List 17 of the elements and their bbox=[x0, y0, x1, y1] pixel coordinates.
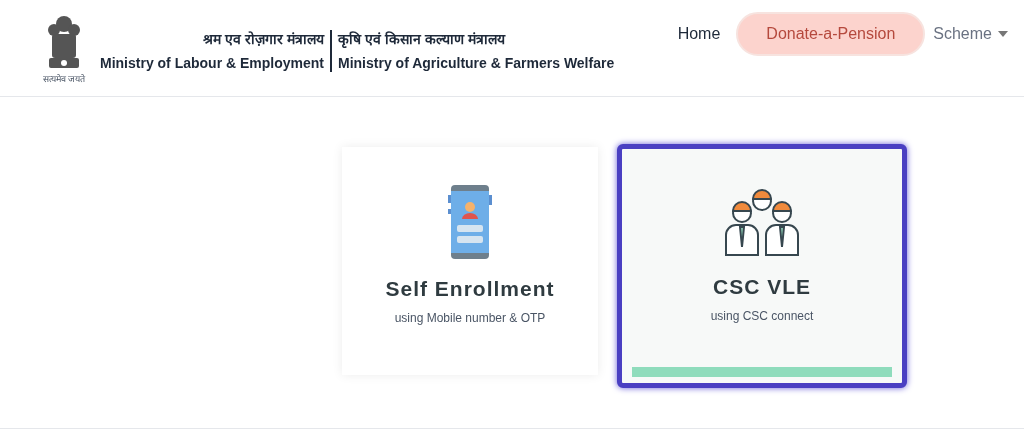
scheme-menu[interactable]: Scheme bbox=[933, 22, 1008, 46]
ministry-hindi-name: कृषि एवं किसान कल्याण मंत्रालय bbox=[338, 30, 505, 48]
home-link[interactable]: Home bbox=[677, 22, 721, 46]
option-title: CSC VLE bbox=[713, 274, 811, 300]
donate-button[interactable]: Donate-a-Pension bbox=[736, 12, 926, 56]
emblem-motto: सत्यमेव जयते bbox=[42, 73, 86, 86]
ministry-hindi-name: श्रम एव रोज़गार मंत्रालय bbox=[203, 30, 324, 48]
option-subtitle: using CSC connect bbox=[710, 307, 814, 325]
ministry-name: Ministry of Labour & Employment bbox=[100, 54, 324, 72]
phone-login-icon bbox=[448, 185, 492, 259]
option-title: Self Enrollment bbox=[385, 276, 555, 302]
option-subtitle: using Mobile number & OTP bbox=[394, 309, 546, 327]
caret-icon bbox=[998, 31, 1008, 37]
people-group-icon bbox=[724, 187, 800, 257]
ministry-name: Ministry of Agriculture & Farmers Welfare bbox=[338, 54, 615, 72]
option-card[interactable]: Self Enrollment using Mobile number & OTP bbox=[342, 147, 598, 375]
option-card[interactable]: CSC VLE using CSC connect bbox=[617, 144, 907, 388]
